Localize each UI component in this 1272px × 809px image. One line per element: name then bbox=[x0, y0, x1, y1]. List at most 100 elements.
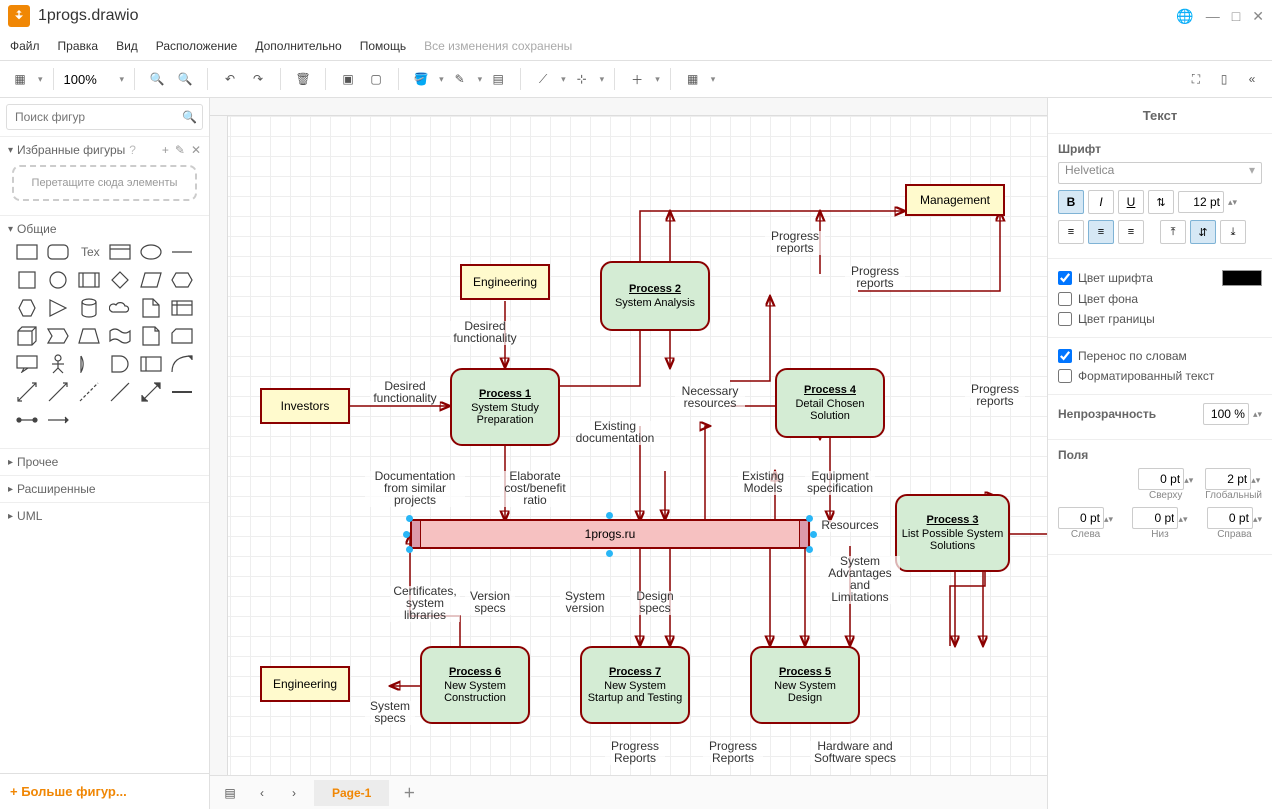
shape-directional[interactable] bbox=[45, 408, 72, 432]
shape-ellipse2[interactable] bbox=[137, 240, 164, 264]
node-engineering[interactable]: Engineering bbox=[460, 264, 550, 300]
search-icon[interactable]: 🔍 bbox=[182, 110, 197, 124]
node-process2[interactable]: Process 2System Analysis bbox=[600, 261, 710, 331]
word-wrap-check[interactable]: Перенос по словам bbox=[1058, 346, 1262, 366]
shape-divider[interactable] bbox=[168, 240, 195, 264]
more-shapes-button[interactable]: + Больше фигур... bbox=[0, 773, 209, 809]
section-favorites[interactable]: ▾Избранные фигуры? +✎✕ bbox=[8, 143, 201, 157]
node-process4[interactable]: Process 4Detail Chosen Solution bbox=[775, 368, 885, 438]
shape-cylinder[interactable] bbox=[76, 296, 103, 320]
font-color-check[interactable]: Цвет шрифта bbox=[1058, 267, 1262, 289]
node-investors[interactable]: Investors bbox=[260, 388, 350, 424]
shape-trapezoid[interactable] bbox=[76, 324, 103, 348]
minimize-button[interactable]: — bbox=[1206, 8, 1220, 25]
shape-biarrow2[interactable] bbox=[137, 380, 164, 404]
prev-page-icon[interactable]: ‹ bbox=[250, 781, 274, 805]
shape-dashline[interactable] bbox=[76, 380, 103, 404]
underline-button[interactable]: U bbox=[1118, 190, 1144, 214]
section-misc[interactable]: ▸Прочее bbox=[8, 455, 201, 469]
collapse-icon[interactable]: « bbox=[1240, 67, 1264, 91]
shape-triangle[interactable] bbox=[45, 296, 72, 320]
italic-button[interactable]: I bbox=[1088, 190, 1114, 214]
section-common[interactable]: ▾Общие bbox=[8, 222, 201, 236]
align-left-button[interactable]: ≡ bbox=[1058, 220, 1084, 244]
del-fav-icon[interactable]: ✕ bbox=[191, 143, 201, 157]
node-process1[interactable]: Process 1System Study Preparation bbox=[450, 368, 560, 446]
maximize-button[interactable]: □ bbox=[1232, 8, 1240, 25]
shape-text[interactable]: Text bbox=[76, 240, 103, 264]
shape-hexagon-h[interactable] bbox=[168, 268, 195, 292]
node-engineering2[interactable]: Engineering bbox=[260, 666, 350, 702]
shape-tape[interactable] bbox=[107, 324, 134, 348]
shape-actor[interactable] bbox=[45, 352, 72, 376]
margin-left-input[interactable] bbox=[1058, 507, 1104, 529]
redo-icon[interactable]: ↷ bbox=[246, 67, 270, 91]
close-button[interactable]: ✕ bbox=[1252, 8, 1264, 25]
node-process6[interactable]: Process 6New System Construction bbox=[420, 646, 530, 724]
tab-page1[interactable]: Page-1 bbox=[314, 780, 389, 806]
favorites-dropzone[interactable]: Перетащите сюда элементы bbox=[12, 165, 197, 201]
table-icon[interactable]: ▦ bbox=[681, 67, 705, 91]
shape-card[interactable] bbox=[168, 324, 195, 348]
shape-rect[interactable] bbox=[14, 240, 41, 264]
shape-link[interactable] bbox=[14, 408, 41, 432]
margin-right-input[interactable] bbox=[1207, 507, 1253, 529]
menu-extras[interactable]: Дополнительно bbox=[255, 39, 341, 53]
next-page-icon[interactable]: › bbox=[282, 781, 306, 805]
insert-icon[interactable]: ＋ bbox=[625, 67, 649, 91]
margin-top-input[interactable] bbox=[1138, 468, 1184, 490]
opacity-input[interactable] bbox=[1203, 403, 1249, 425]
margin-global-input[interactable] bbox=[1205, 468, 1251, 490]
pages-menu-icon[interactable]: ▤ bbox=[218, 781, 242, 805]
vertical-text-button[interactable]: ⇅ bbox=[1148, 190, 1174, 214]
formatted-text-check[interactable]: Форматированный текст bbox=[1058, 366, 1262, 386]
waypoint-icon[interactable]: ⊹ bbox=[570, 67, 594, 91]
menu-file[interactable]: Файл bbox=[10, 39, 40, 53]
shape-document[interactable] bbox=[137, 296, 164, 320]
node-management[interactable]: Management bbox=[905, 184, 1005, 216]
section-advanced[interactable]: ▸Расширенные bbox=[8, 482, 201, 496]
shadow-icon[interactable]: ▤ bbox=[486, 67, 510, 91]
undo-icon[interactable]: ↶ bbox=[218, 67, 242, 91]
node-process5[interactable]: Process 5New System Design bbox=[750, 646, 860, 724]
shape-process[interactable] bbox=[76, 268, 103, 292]
align-right-button[interactable]: ≡ bbox=[1118, 220, 1144, 244]
shape-step[interactable] bbox=[45, 324, 72, 348]
shape-hexagon[interactable] bbox=[14, 296, 41, 320]
add-fav-icon[interactable]: + bbox=[162, 143, 169, 157]
shape-cloud[interactable] bbox=[107, 296, 134, 320]
valign-top-button[interactable]: ⤒ bbox=[1160, 220, 1186, 244]
shape-circle[interactable] bbox=[45, 268, 72, 292]
zoom-in-icon[interactable]: 🔍 bbox=[145, 67, 169, 91]
shape-curve[interactable] bbox=[168, 352, 195, 376]
shape-rounded[interactable] bbox=[45, 240, 72, 264]
shape-square[interactable] bbox=[14, 268, 41, 292]
node-process3[interactable]: Process 3List Possible System Solutions bbox=[895, 494, 1010, 572]
menu-arrange[interactable]: Расположение bbox=[156, 39, 238, 53]
zoom-out-icon[interactable]: 🔍 bbox=[173, 67, 197, 91]
align-center-button[interactable]: ≡ bbox=[1088, 220, 1114, 244]
shape-internal[interactable] bbox=[168, 296, 195, 320]
bg-color-check[interactable]: Цвет фона bbox=[1058, 289, 1262, 309]
fill-color-icon[interactable]: 🪣 bbox=[409, 67, 433, 91]
shape-arrow[interactable] bbox=[45, 380, 72, 404]
add-page-button[interactable]: ＋ bbox=[397, 778, 421, 807]
sidebar-toggle-icon[interactable]: ▦ bbox=[8, 67, 32, 91]
margin-bottom-input[interactable] bbox=[1132, 507, 1178, 529]
shape-textbox[interactable] bbox=[107, 240, 134, 264]
bold-button[interactable]: B bbox=[1058, 190, 1084, 214]
shape-cube[interactable] bbox=[14, 324, 41, 348]
shape-biarrow[interactable] bbox=[14, 380, 41, 404]
to-front-icon[interactable]: ▣ bbox=[336, 67, 360, 91]
diagram-canvas[interactable]: Investors Engineering Management Enginee… bbox=[210, 116, 1047, 775]
connection-icon[interactable]: ⟋ bbox=[531, 67, 555, 91]
shape-parallelogram[interactable] bbox=[137, 268, 164, 292]
shape-note[interactable] bbox=[137, 324, 164, 348]
delete-icon[interactable]: 🗑 bbox=[291, 67, 315, 91]
border-color-check[interactable]: Цвет границы bbox=[1058, 309, 1262, 329]
valign-bottom-button[interactable]: ⤓ bbox=[1220, 220, 1246, 244]
font-family-select[interactable]: Helvetica▾ bbox=[1058, 162, 1262, 184]
to-back-icon[interactable]: ▢ bbox=[364, 67, 388, 91]
menu-help[interactable]: Помощь bbox=[360, 39, 406, 53]
language-icon[interactable]: 🌐 bbox=[1176, 8, 1193, 25]
